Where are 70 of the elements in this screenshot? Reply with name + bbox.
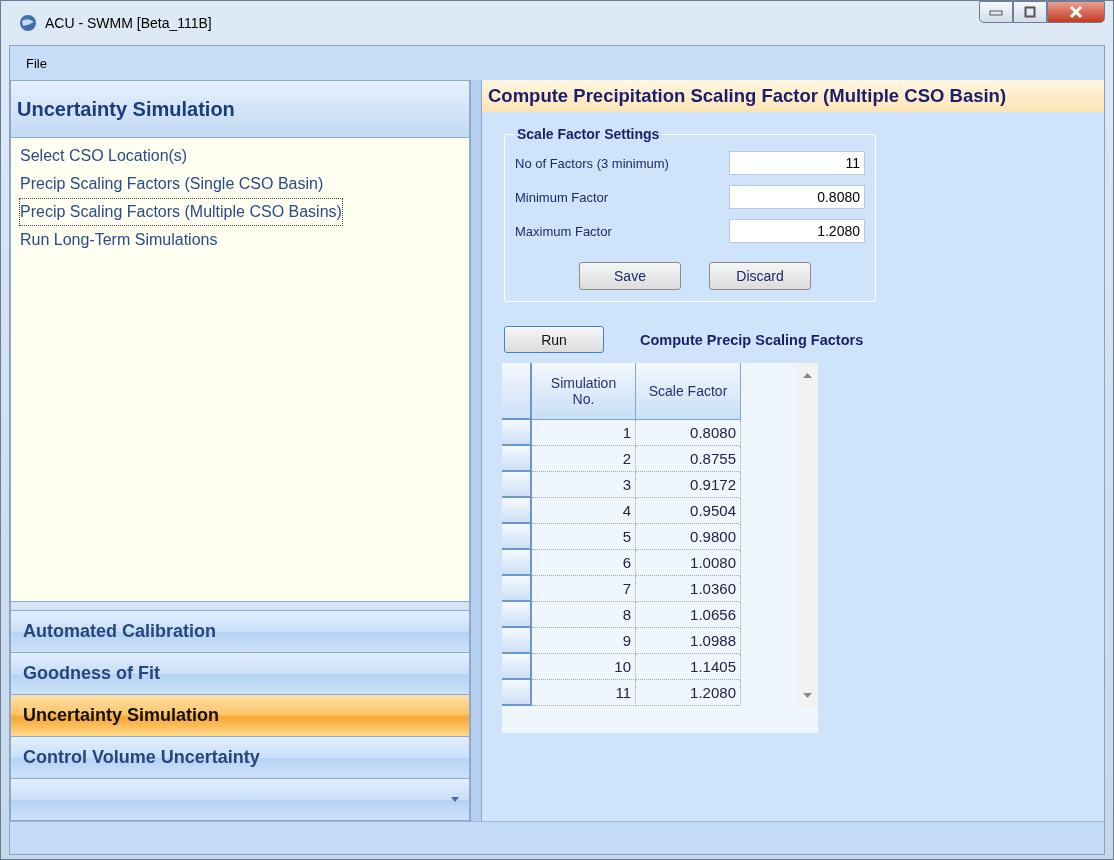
scroll-down-icon[interactable] <box>802 693 812 698</box>
row-header[interactable] <box>502 549 531 575</box>
run-caption: Compute Precip Scaling Factors <box>640 331 864 348</box>
table-cell: 0.9172 <box>635 471 741 497</box>
menu-item[interactable]: File <box>26 55 47 71</box>
table-cell: 10 <box>531 653 636 679</box>
table-cell: 11 <box>531 679 636 705</box>
minimize-button[interactable] <box>979 1 1013 23</box>
task-link[interactable]: Precip Scaling Factors (Single CSO Basin) <box>19 170 325 198</box>
task-link[interactable]: Select CSO Location(s) <box>19 142 189 170</box>
table-cell: 1.1405 <box>635 653 741 679</box>
table-cell: 5 <box>531 523 636 549</box>
row-header[interactable] <box>502 601 531 627</box>
group-title: Scale Factor Settings <box>516 126 661 142</box>
maximize-button[interactable] <box>1013 1 1047 23</box>
row-header[interactable] <box>502 445 531 471</box>
row-header[interactable] <box>502 419 531 445</box>
splitter-bar[interactable] <box>470 80 482 821</box>
row-header[interactable] <box>502 497 531 523</box>
panel-title: Compute Precipitation Scaling Factor (Multiple CSO Basin) <box>482 80 1104 112</box>
table-cell: 1.0360 <box>635 575 741 601</box>
navigation-button[interactable]: Automated Calibration <box>11 610 469 652</box>
globe-icon <box>19 14 37 32</box>
table-cell: 9 <box>531 627 636 653</box>
table-cell: 6 <box>531 549 636 575</box>
input-field[interactable]: 1.2080 <box>729 219 865 243</box>
navigation-button[interactable]: Goodness of Fit <box>11 652 469 694</box>
task-link[interactable]: Precip Scaling Factors (Multiple CSO Basins) <box>19 198 343 226</box>
row-header[interactable] <box>502 471 531 497</box>
row-header[interactable] <box>502 653 531 679</box>
table-cell: 0.8755 <box>635 445 741 471</box>
table-cell: 1.0988 <box>635 627 741 653</box>
table-cell: 1.2080 <box>635 679 741 705</box>
field-label: No of Factors (3 minimum) <box>515 155 669 171</box>
scroll-up-icon[interactable] <box>802 373 812 378</box>
table-cell: 3 <box>531 471 636 497</box>
table-cell: 7 <box>531 575 636 601</box>
table-cell: 0.9800 <box>635 523 741 549</box>
row-header[interactable] <box>502 575 531 601</box>
input-field[interactable]: 0.8080 <box>729 185 865 209</box>
input-field[interactable]: 11 <box>729 151 865 175</box>
table-cell: 1.0080 <box>635 549 741 575</box>
dialog-button[interactable]: Discard <box>709 262 811 290</box>
table-cell: 0.8080 <box>635 419 741 445</box>
table-cell: 8 <box>531 601 636 627</box>
navigation-button[interactable]: Uncertainty Simulation <box>11 694 469 736</box>
close-button[interactable] <box>1047 1 1105 23</box>
field-label: Minimum Factor <box>515 189 609 205</box>
field-label: Maximum Factor <box>515 223 612 239</box>
window-title: ACU - SWMM [Beta_111B] <box>45 15 212 31</box>
run-button[interactable]: Run <box>504 326 604 353</box>
task-link[interactable]: Run Long-Term Simulations <box>19 226 219 254</box>
column-header[interactable]: Scale Factor <box>635 363 741 419</box>
sidebar-header: Uncertainty Simulation <box>11 81 469 138</box>
dialog-button[interactable]: Save <box>579 262 681 290</box>
column-header[interactable]: Simulation No. <box>531 363 636 419</box>
row-header[interactable] <box>502 679 531 705</box>
caret-icon[interactable] <box>451 797 459 802</box>
table-cell: 0.9504 <box>635 497 741 523</box>
scrollbar[interactable] <box>796 363 818 708</box>
table-cell: 4 <box>531 497 636 523</box>
table-cell: 1 <box>531 419 636 445</box>
table-cell: 1.0656 <box>635 601 741 627</box>
close-icon <box>1069 6 1083 18</box>
maximize-icon <box>1024 6 1036 18</box>
navigation-button[interactable]: Control Volume Uncertainty <box>11 736 469 778</box>
minimize-icon <box>989 8 1003 16</box>
table-cell: 2 <box>531 445 636 471</box>
row-header[interactable] <box>502 627 531 653</box>
row-header[interactable] <box>502 523 531 549</box>
